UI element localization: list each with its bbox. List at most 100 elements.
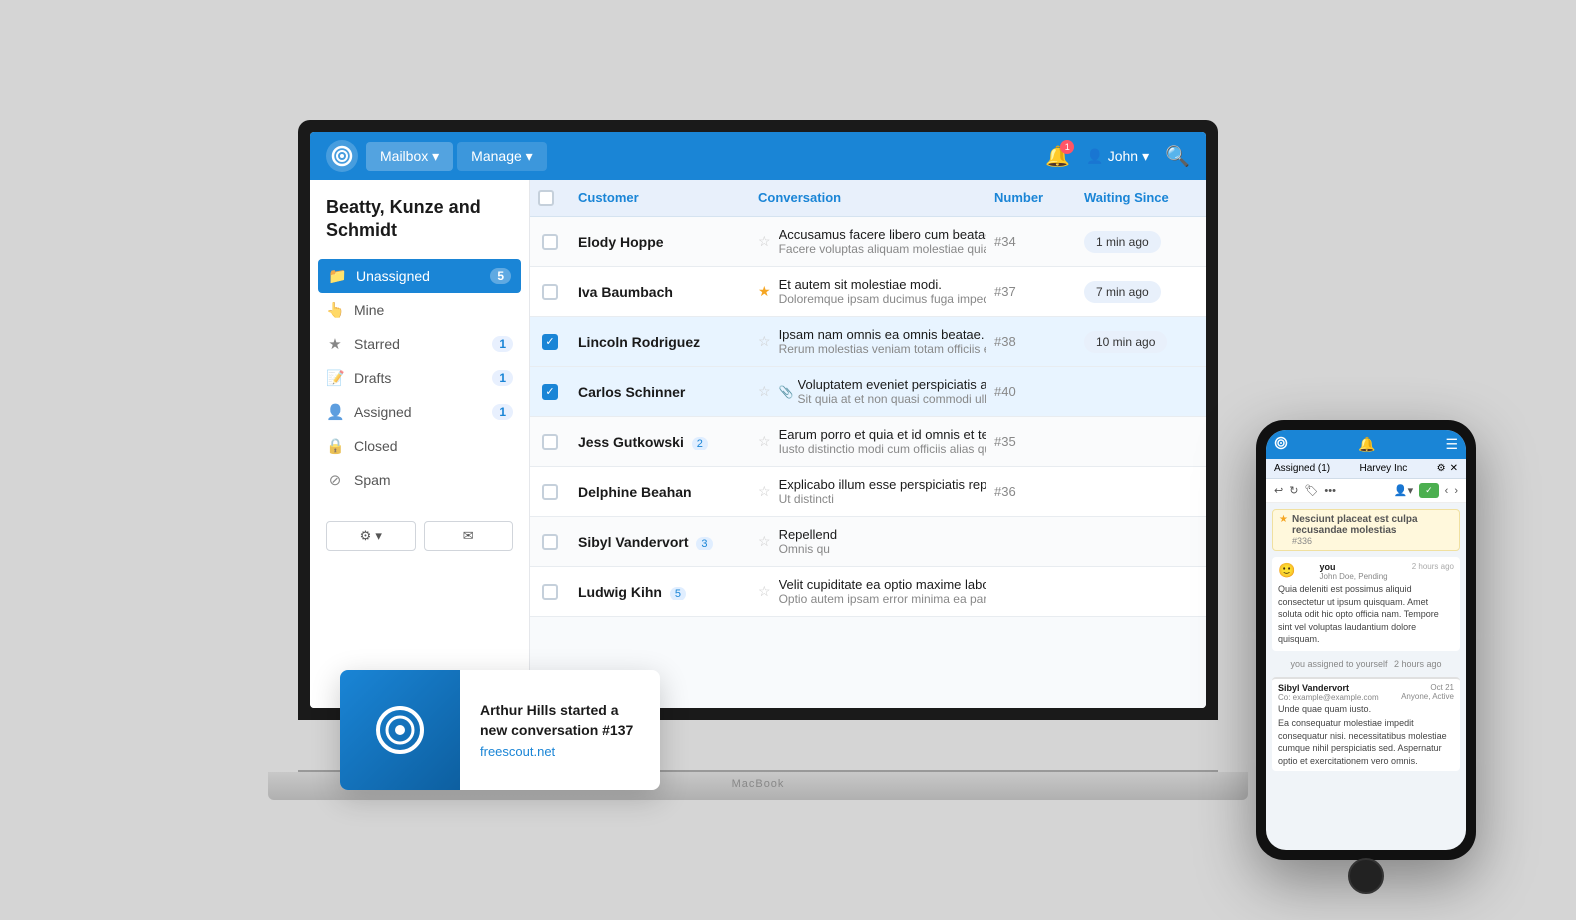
phone-reply-icon[interactable]: ↩ bbox=[1274, 484, 1283, 497]
star-icon[interactable]: ☆ bbox=[758, 483, 771, 500]
compose-button[interactable]: ✉ bbox=[424, 521, 514, 551]
laptop-body: Mailbox ▾ Manage ▾ 🔔 1 👤 John ▾ bbox=[298, 120, 1218, 720]
header-nav: Mailbox ▾ Manage ▾ bbox=[366, 142, 547, 171]
row-checkbox-cell bbox=[530, 234, 570, 250]
star-icon[interactable]: ★ bbox=[758, 283, 771, 300]
row-checkbox[interactable] bbox=[542, 384, 558, 400]
row-checkbox[interactable] bbox=[542, 334, 558, 350]
conversation-cell: ★ Et autem sit molestiae modi. Doloremqu… bbox=[750, 277, 986, 306]
conversation-cell: ☆ Repellend Omnis qu bbox=[750, 527, 986, 556]
search-icon[interactable]: 🔍 bbox=[1165, 144, 1190, 169]
phone-nav-prev[interactable]: ‹ bbox=[1445, 485, 1449, 497]
phone-contact-meta: Oct 21 Anyone, Active bbox=[1401, 683, 1454, 701]
customer-badge: 5 bbox=[670, 587, 686, 600]
phone-message-sender: you John Doe, Pending bbox=[1320, 562, 1388, 581]
sidebar-item-closed[interactable]: 🔒 Closed bbox=[310, 429, 529, 463]
manage-nav-button[interactable]: Manage ▾ bbox=[457, 142, 547, 171]
phone-assign-icon[interactable]: 👤▾ bbox=[1394, 484, 1413, 497]
phone-contact-text: Unde quae quam iusto. bbox=[1278, 704, 1454, 714]
phone-bell-icon[interactable]: 🔔 bbox=[1358, 436, 1375, 453]
conversation-cell: ☆ Earum porro et quia et id omnis et ten… bbox=[750, 427, 986, 456]
table-row[interactable]: Delphine Beahan ☆ Explicabo illum esse p… bbox=[530, 467, 1206, 517]
phone-close-icon[interactable]: ✕ bbox=[1450, 463, 1458, 474]
phone-conv-header: ★ Nesciunt placeat est culpa recusandae … bbox=[1272, 509, 1460, 551]
star-icon[interactable]: ☆ bbox=[758, 383, 771, 400]
row-checkbox[interactable] bbox=[542, 584, 558, 600]
conv-number: #34 bbox=[986, 234, 1076, 249]
sidebar-item-spam[interactable]: ⊘ Spam bbox=[310, 463, 529, 497]
settings-button[interactable]: ⚙ ▾ bbox=[326, 521, 416, 551]
customer-cell: Lincoln Rodriguez bbox=[570, 334, 750, 350]
sidebar-item-assigned[interactable]: 👤 Assigned 1 bbox=[310, 395, 529, 429]
conv-meta: ☆ Velit cupiditate ea optio maxime labor… bbox=[758, 577, 978, 606]
conv-preview: Doloremque ipsam ducimus fuga impedit re… bbox=[779, 292, 986, 306]
row-checkbox[interactable] bbox=[542, 284, 558, 300]
phone-status-btn[interactable]: ✓ bbox=[1419, 483, 1439, 498]
customer-name: Sibyl Vandervort 3 bbox=[578, 534, 742, 550]
row-checkbox[interactable] bbox=[542, 534, 558, 550]
table-row[interactable]: Iva Baumbach ★ Et autem sit molestiae mo… bbox=[530, 267, 1206, 317]
mailbox-nav-button[interactable]: Mailbox ▾ bbox=[366, 142, 453, 171]
conversation-cell: ☆ Accusamus facere libero cum beatae fug… bbox=[750, 227, 986, 256]
customer-cell: Carlos Schinner bbox=[570, 384, 750, 400]
spam-label: Spam bbox=[354, 472, 391, 488]
phone-home-button[interactable] bbox=[1348, 858, 1384, 894]
phone-menu-icon[interactable]: ☰ bbox=[1445, 436, 1458, 453]
popup-inner: Arthur Hills started a new conversation … bbox=[340, 670, 660, 790]
customer-badge: 3 bbox=[696, 537, 712, 550]
table-row[interactable]: Carlos Schinner ☆ 📎 Voluptatem eveniet p… bbox=[530, 367, 1206, 417]
col-number: Number bbox=[986, 190, 1076, 206]
star-icon[interactable]: ☆ bbox=[758, 533, 771, 550]
star-icon[interactable]: ☆ bbox=[758, 433, 771, 450]
table-row[interactable]: Lincoln Rodriguez ☆ Ipsam nam omnis ea o… bbox=[530, 317, 1206, 367]
customer-cell: Elody Hoppe bbox=[570, 234, 750, 250]
phone-app-logo bbox=[1274, 436, 1288, 453]
phone-assigned-label: Assigned (1) bbox=[1274, 463, 1330, 474]
user-menu[interactable]: 👤 John ▾ bbox=[1086, 148, 1149, 165]
sidebar-item-mine[interactable]: 👆 Mine bbox=[310, 293, 529, 327]
select-all-checkbox[interactable] bbox=[538, 190, 554, 206]
star-icon[interactable]: ☆ bbox=[758, 233, 771, 250]
phone-contact-header: Sibyl Vandervort Co: example@example.com… bbox=[1278, 683, 1454, 702]
main-content: Customer Conversation Number Waiting Sin… bbox=[530, 180, 1206, 708]
phone-settings-icon[interactable]: ⚙ bbox=[1437, 463, 1446, 474]
phone-tag-icon[interactable]: 🏷 bbox=[1304, 484, 1318, 497]
row-checkbox-cell bbox=[530, 334, 570, 350]
unassigned-count: 5 bbox=[490, 268, 511, 284]
starred-count: 1 bbox=[492, 336, 513, 352]
row-checkbox[interactable] bbox=[542, 434, 558, 450]
conv-title: Velit cupiditate ea optio maxime labore … bbox=[779, 577, 986, 592]
row-checkbox[interactable] bbox=[542, 484, 558, 500]
row-checkbox-cell bbox=[530, 284, 570, 300]
table-row[interactable]: Ludwig Kihn 5 ☆ Velit cupiditate ea opti… bbox=[530, 567, 1206, 617]
customer-name: Jess Gutkowski 2 bbox=[578, 434, 742, 450]
row-checkbox[interactable] bbox=[542, 234, 558, 250]
conv-title: Earum porro et quia et id omnis et tenet… bbox=[779, 427, 986, 442]
conv-title: Et autem sit molestiae modi. bbox=[779, 277, 986, 292]
table-row[interactable]: Elody Hoppe ☆ Accusamus facere libero cu… bbox=[530, 217, 1206, 267]
sidebar-item-unassigned[interactable]: 📁 Unassigned 5 bbox=[318, 259, 521, 293]
phone-more-icon[interactable]: ••• bbox=[1324, 485, 1336, 497]
phone-message-you: 🙂 you John Doe, Pending 2 hours ago Quia… bbox=[1272, 557, 1460, 651]
phone-header: 🔔 ☰ bbox=[1266, 430, 1466, 459]
phone-screen: 🔔 ☰ Assigned (1) Harvey Inc ⚙ ✕ ↩ ↻ 🏷 ••… bbox=[1266, 430, 1466, 850]
table-row[interactable]: Jess Gutkowski 2 ☆ Earum porro et quia e… bbox=[530, 417, 1206, 467]
star-icon[interactable]: ☆ bbox=[758, 583, 771, 600]
closed-label: Closed bbox=[354, 438, 398, 454]
freescout-popup: Arthur Hills started a new conversation … bbox=[340, 670, 660, 790]
sidebar-item-drafts[interactable]: 📝 Drafts 1 bbox=[310, 361, 529, 395]
customer-name: Delphine Beahan bbox=[578, 484, 742, 500]
row-checkbox-cell bbox=[530, 434, 570, 450]
phone-contact: Sibyl Vandervort Co: example@example.com… bbox=[1272, 677, 1460, 771]
sidebar-item-starred[interactable]: ★ Starred 1 bbox=[310, 327, 529, 361]
phone-nav-next[interactable]: › bbox=[1454, 485, 1458, 497]
notification-bell-icon[interactable]: 🔔 1 bbox=[1045, 144, 1070, 169]
phone-message-header: 🙂 you John Doe, Pending 2 hours ago bbox=[1278, 562, 1454, 581]
customer-name: Lincoln Rodriguez bbox=[578, 334, 742, 350]
conv-title: Ipsam nam omnis ea omnis beatae. bbox=[779, 327, 986, 342]
table-row[interactable]: Sibyl Vandervort 3 ☆ Repellend bbox=[530, 517, 1206, 567]
star-icon[interactable]: ☆ bbox=[758, 333, 771, 350]
drafts-label: Drafts bbox=[354, 370, 391, 386]
mine-label: Mine bbox=[354, 302, 384, 318]
phone-refresh-icon[interactable]: ↻ bbox=[1289, 484, 1298, 497]
